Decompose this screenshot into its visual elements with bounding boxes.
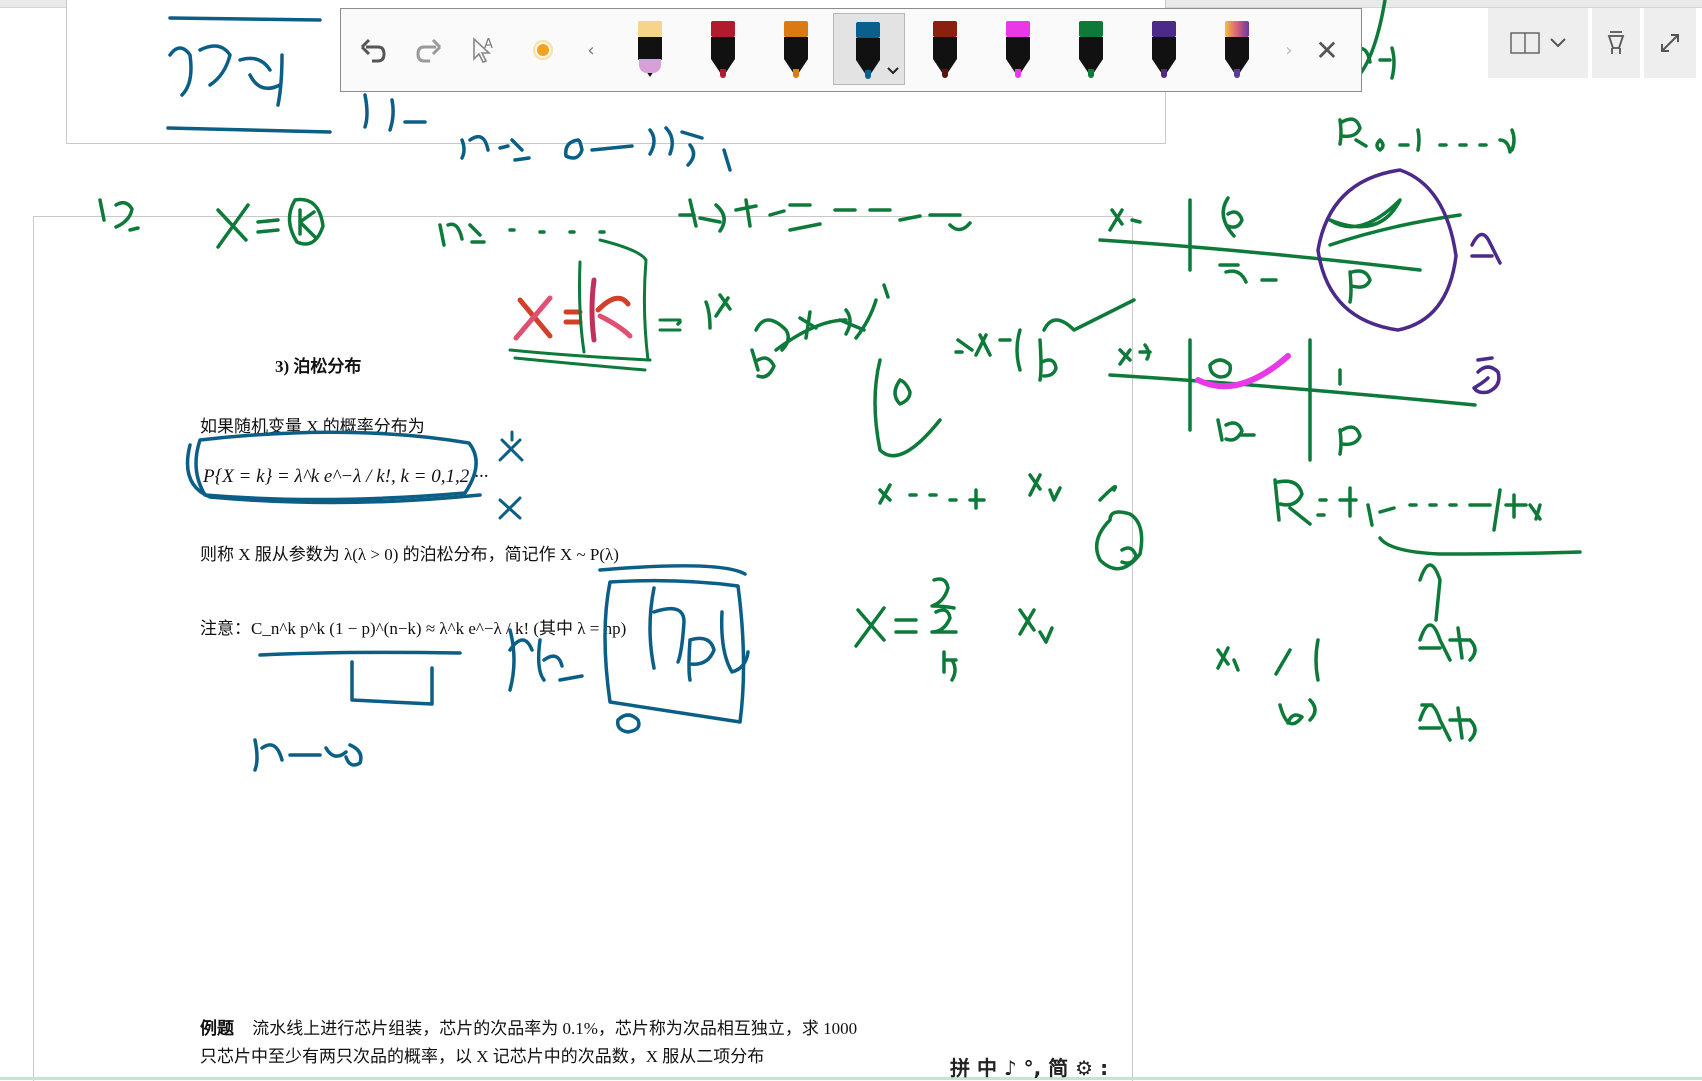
rainbow-ink-strokes (513, 277, 633, 343)
pen-orange[interactable] (774, 13, 818, 85)
pen-pink[interactable] (628, 13, 672, 85)
redo-icon (416, 38, 442, 63)
page-view-icon (1510, 32, 1540, 54)
svg-text:A: A (484, 37, 493, 52)
highlighter-button[interactable] (525, 27, 561, 73)
chevron-down-icon (1550, 38, 1566, 48)
undo-button[interactable] (355, 27, 391, 73)
ink-to-text-button[interactable]: A (467, 27, 503, 73)
pen-teal[interactable] (833, 13, 905, 85)
page-view-button[interactable] (1488, 8, 1588, 78)
scroll-left-button[interactable]: ‹ (573, 27, 609, 73)
blue-ink-strokes (166, 16, 750, 772)
expand-icon (1661, 34, 1679, 52)
pen-mode-icon (1607, 31, 1625, 54)
highlighter-icon (533, 40, 553, 60)
ink-to-text-icon: A (473, 37, 493, 63)
green-box-strokes (508, 238, 682, 372)
pen-galaxy-red[interactable] (923, 13, 967, 85)
redo-button[interactable] (411, 27, 447, 73)
scroll-right-button[interactable]: › (1271, 27, 1307, 73)
ime-status-bar[interactable]: 拼 中 ♪ °, 简 ⚙ : (950, 1052, 1108, 1081)
pen-rainbow[interactable] (1215, 13, 1259, 85)
pen-mode-button[interactable] (1592, 8, 1640, 78)
purple-ink-strokes (1316, 168, 1502, 395)
pen-crimson[interactable] (701, 13, 745, 85)
fullscreen-button[interactable] (1644, 8, 1696, 78)
pen-magenta[interactable] (996, 13, 1040, 85)
ink-toolbar: A ‹ › ✕ (340, 8, 1362, 92)
notebook-canvas[interactable]: 3) 泊松分布 如果随机变量 X 的概率分布为 P{X = k} = λ^k e… (0, 0, 1702, 1081)
undo-icon (360, 38, 386, 63)
ink-layer[interactable] (0, 0, 1702, 1080)
pen-purple[interactable] (1142, 13, 1186, 85)
chevron-down-icon (887, 67, 899, 75)
close-toolbar-button[interactable]: ✕ (1309, 27, 1345, 73)
blue-marks (498, 430, 524, 520)
green-ink-strokes (98, 0, 1582, 742)
pen-green[interactable] (1069, 13, 1113, 85)
